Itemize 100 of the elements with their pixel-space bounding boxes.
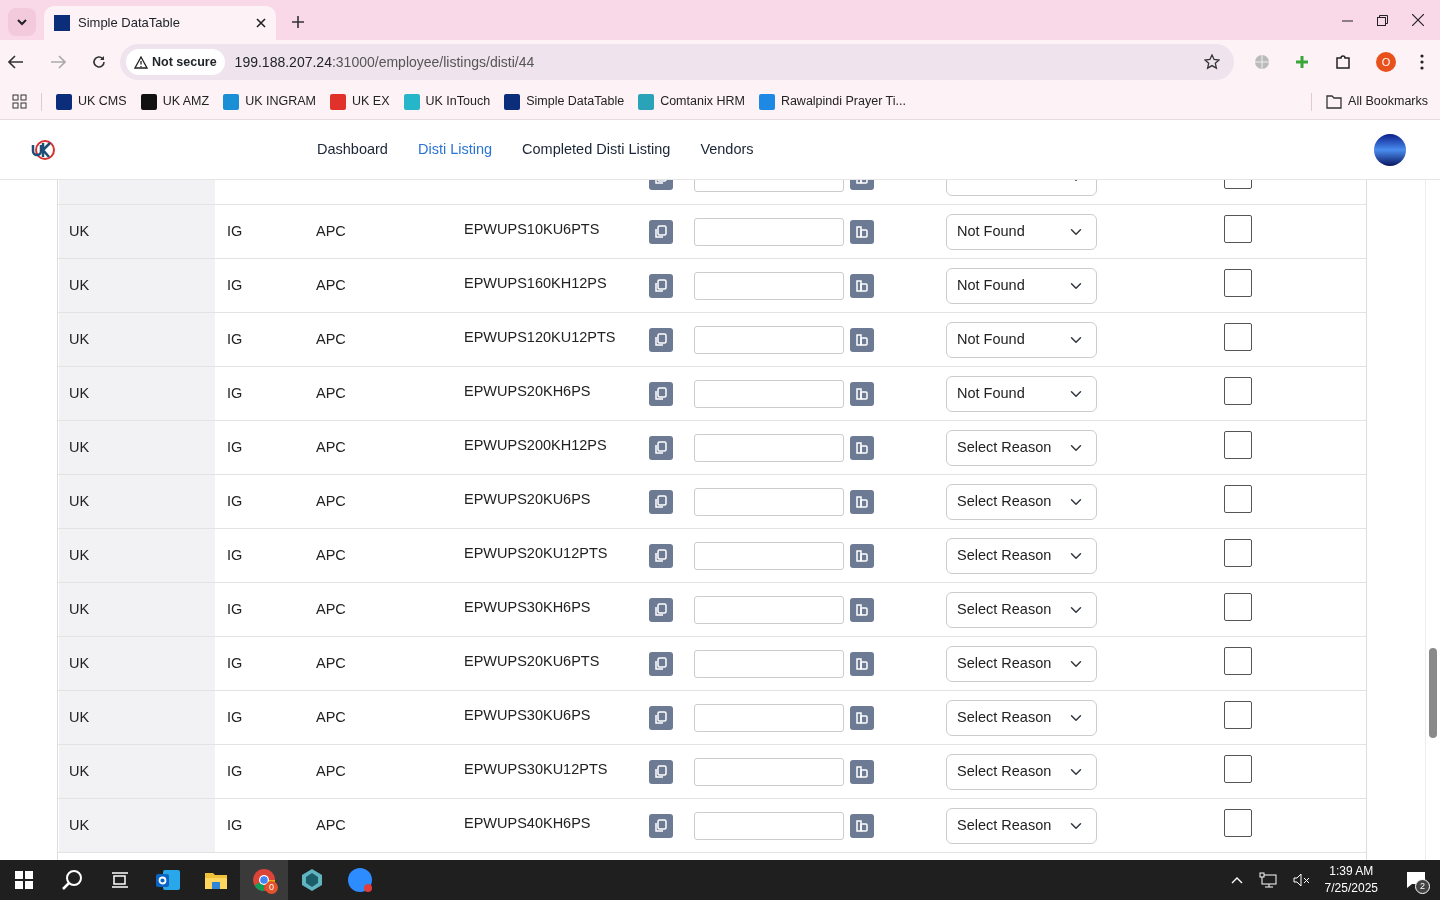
- text-input[interactable]: [694, 217, 844, 246]
- row-checkbox[interactable]: [1224, 646, 1252, 675]
- apps-grid-icon[interactable]: [12, 94, 27, 109]
- text-input[interactable]: [694, 649, 844, 678]
- bookmark-link[interactable]: UK InTouch: [403, 92, 491, 111]
- copy-button[interactable]: [649, 651, 673, 676]
- nav-link[interactable]: Dashboard: [302, 138, 403, 161]
- muted-speaker-icon[interactable]: [1292, 873, 1311, 887]
- folder-icon: [1326, 94, 1343, 109]
- bookmark-link[interactable]: UK EX: [330, 92, 390, 111]
- reason-select[interactable]: Not Found: [946, 213, 1097, 250]
- reason-select[interactable]: Select Reason: [946, 753, 1097, 790]
- paste-button[interactable]: [850, 219, 874, 244]
- row-checkbox[interactable]: [1224, 592, 1252, 621]
- paste-button[interactable]: [850, 705, 874, 730]
- paste-button[interactable]: [850, 435, 874, 460]
- back-icon[interactable]: [8, 55, 24, 69]
- copy-button[interactable]: [649, 381, 673, 406]
- copy-button[interactable]: [649, 273, 673, 298]
- text-input[interactable]: [694, 271, 844, 300]
- all-bookmarks-button[interactable]: All Bookmarks: [1326, 92, 1428, 111]
- profile-avatar[interactable]: O: [1376, 52, 1396, 72]
- extension-plus-icon[interactable]: [1294, 54, 1310, 70]
- text-input[interactable]: [694, 433, 844, 462]
- bookmark-link[interactable]: UK AMZ: [140, 92, 210, 111]
- text-input[interactable]: [694, 379, 844, 408]
- copy-button[interactable]: [649, 813, 673, 838]
- nav-link[interactable]: Completed Disti Listing: [507, 138, 686, 161]
- reason-select[interactable]: Not Found: [946, 267, 1097, 304]
- row-checkbox[interactable]: [1224, 538, 1252, 567]
- reason-select[interactable]: Select Reason: [946, 699, 1097, 736]
- row-checkbox[interactable]: [1224, 700, 1252, 729]
- row-checkbox[interactable]: [1224, 376, 1252, 405]
- paste-button[interactable]: [850, 597, 874, 622]
- copy-button[interactable]: [649, 597, 673, 622]
- network-icon[interactable]: [1258, 872, 1277, 888]
- paste-button[interactable]: [850, 651, 874, 676]
- text-input[interactable]: [694, 541, 844, 570]
- bookmark-link[interactable]: Comtanix HRM: [638, 92, 745, 111]
- paste-button[interactable]: [850, 327, 874, 352]
- nav-link[interactable]: Disti Listing: [402, 138, 508, 161]
- clock-date[interactable]: 7/25/2025: [1324, 880, 1378, 897]
- row-checkbox[interactable]: [1224, 214, 1252, 243]
- browser-tab[interactable]: Simple DataTable: [44, 6, 276, 40]
- row-checkbox[interactable]: [1224, 754, 1252, 783]
- reason-select[interactable]: Select Reason: [946, 591, 1097, 628]
- restore-icon[interactable]: [1377, 14, 1388, 26]
- copy-button[interactable]: [649, 489, 673, 514]
- copy-button[interactable]: [649, 543, 673, 568]
- close-icon[interactable]: [1412, 14, 1424, 26]
- reason-select[interactable]: Select Reason: [946, 537, 1097, 574]
- reload-icon[interactable]: [92, 55, 106, 69]
- row-checkbox[interactable]: [1224, 430, 1252, 459]
- paste-button[interactable]: [850, 489, 874, 514]
- nav-link[interactable]: Vendors: [685, 138, 769, 161]
- star-icon[interactable]: [1204, 54, 1220, 70]
- tab-list-button[interactable]: [8, 8, 36, 36]
- copy-icon: [654, 602, 668, 617]
- paste-button[interactable]: [850, 381, 874, 406]
- reason-select[interactable]: Select Reason: [946, 429, 1097, 466]
- address-bar[interactable]: Not secure 199.188.207.24:31000/employee/listings/disti/44: [120, 44, 1234, 80]
- paste-button[interactable]: [850, 813, 874, 838]
- reason-select[interactable]: Select Reason: [946, 483, 1097, 520]
- text-input[interactable]: [694, 811, 844, 840]
- reason-select[interactable]: Select Reason: [946, 645, 1097, 682]
- bookmark-link[interactable]: UK CMS: [56, 92, 127, 111]
- reason-select[interactable]: Not Found: [946, 321, 1097, 358]
- notifications-button[interactable]: 2: [1392, 860, 1440, 900]
- row-checkbox[interactable]: [1224, 268, 1252, 297]
- row-checkbox[interactable]: [1224, 808, 1252, 837]
- chevron-up-icon[interactable]: [1230, 876, 1243, 884]
- copy-button[interactable]: [649, 705, 673, 730]
- bookmark-link[interactable]: Rawalpindi Prayer Ti...: [758, 92, 906, 111]
- copy-button[interactable]: [649, 435, 673, 460]
- paste-button[interactable]: [850, 759, 874, 784]
- row-checkbox[interactable]: [1224, 484, 1252, 513]
- close-icon[interactable]: [256, 18, 266, 28]
- row-checkbox[interactable]: [1224, 322, 1252, 351]
- text-input[interactable]: [694, 595, 844, 624]
- security-chip[interactable]: Not secure: [126, 48, 225, 76]
- copy-button[interactable]: [649, 759, 673, 784]
- scrollbar[interactable]: [1425, 180, 1440, 860]
- puzzle-icon[interactable]: [1334, 53, 1352, 71]
- paste-button[interactable]: [850, 273, 874, 298]
- copy-button[interactable]: [649, 219, 673, 244]
- reason-select[interactable]: Select Reason: [946, 807, 1097, 844]
- text-input[interactable]: [694, 325, 844, 354]
- text-input[interactable]: [694, 703, 844, 732]
- text-input[interactable]: [694, 487, 844, 516]
- bookmark-link[interactable]: Simple DataTable: [504, 92, 625, 111]
- text-input[interactable]: [694, 757, 844, 786]
- bookmark-link[interactable]: UK INGRAM: [223, 92, 316, 111]
- copy-button[interactable]: [649, 327, 673, 352]
- menu-icon[interactable]: [1420, 54, 1424, 70]
- paste-button[interactable]: [850, 543, 874, 568]
- reason-select[interactable]: Not Found: [946, 375, 1097, 412]
- scrollbar-thumb[interactable]: [1429, 648, 1437, 738]
- user-avatar[interactable]: [1374, 133, 1406, 166]
- clock-time[interactable]: 1:39 AM: [1324, 863, 1378, 880]
- chrome-button[interactable]: 0: [240, 860, 288, 900]
